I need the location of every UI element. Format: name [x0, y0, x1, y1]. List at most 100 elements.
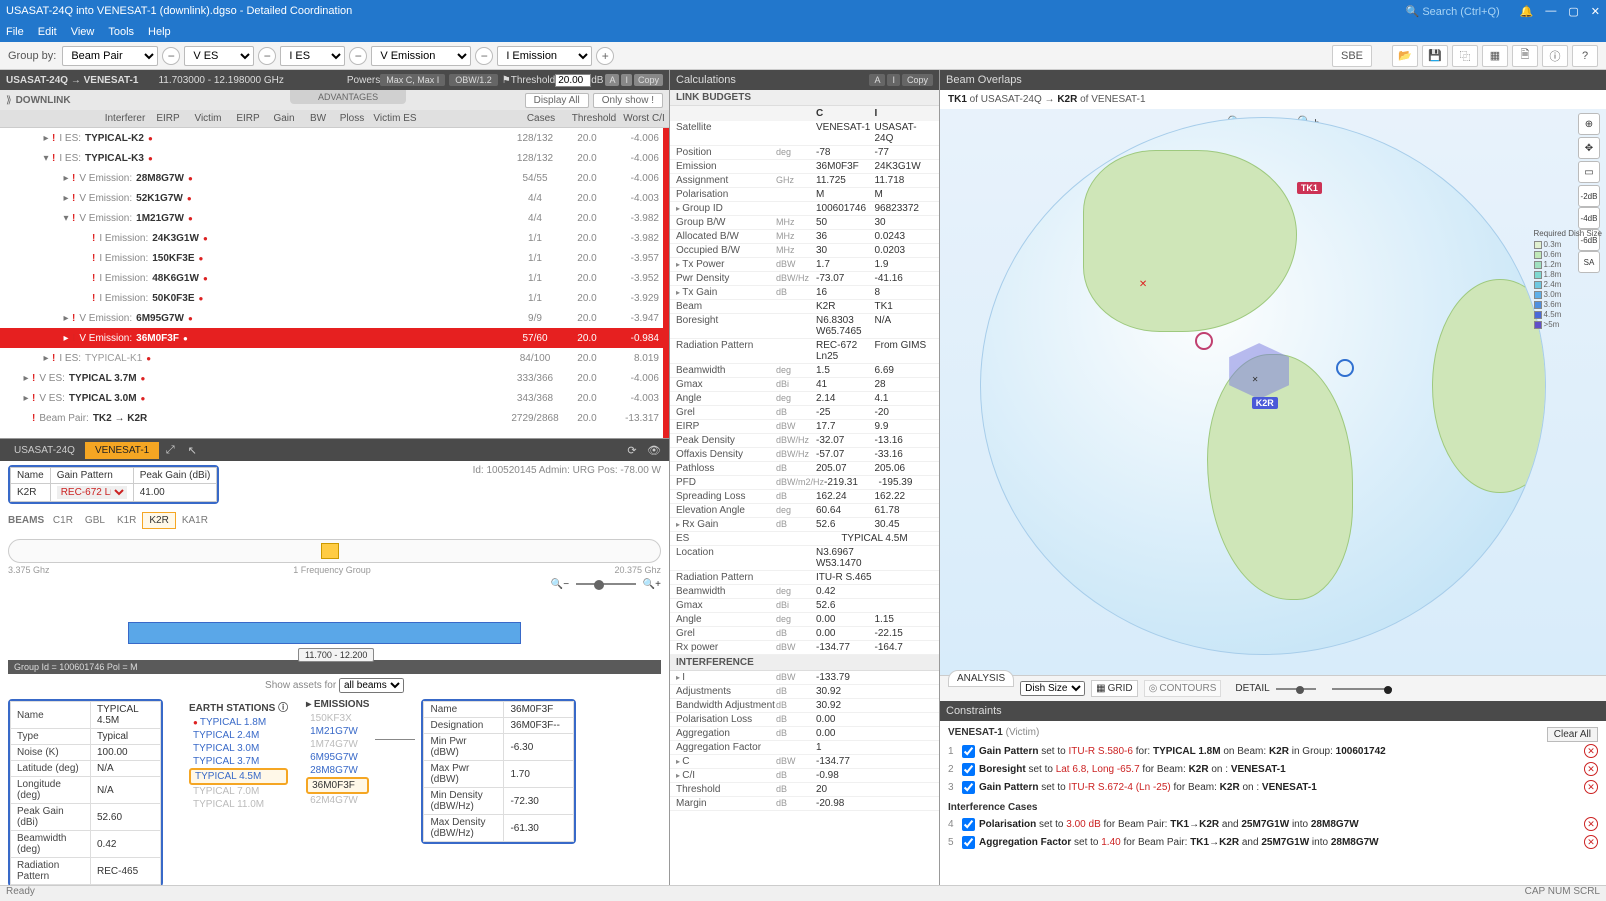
tree-row[interactable]: !I Emission:48K6G1W●1/120.0-3.952 [0, 268, 669, 288]
col-cases[interactable]: Cases [513, 113, 569, 124]
all-beams-select[interactable]: all beams [339, 678, 404, 693]
remove-group-1[interactable]: − [162, 47, 180, 65]
emission-item[interactable]: 150KF3X [306, 712, 369, 725]
tree-row[interactable]: ▸!V Emission:6M95G7W●9/920.0-3.947 [0, 308, 669, 328]
copy-icon[interactable]: ⿻ [1452, 45, 1478, 67]
sbe-button[interactable]: SBE [1332, 45, 1372, 67]
save-icon[interactable]: 💾 [1422, 45, 1448, 67]
constraint-checkbox[interactable] [962, 781, 975, 794]
constraint-checkbox[interactable] [962, 763, 975, 776]
menu-help[interactable]: Help [148, 26, 171, 38]
es-item[interactable]: TYPICAL 11.0M [189, 798, 288, 811]
tree-row[interactable]: ▸!V ES:TYPICAL 3.7M●333/36620.0-4.006 [0, 368, 669, 388]
groupby-select-2[interactable]: I ES [280, 46, 345, 66]
constraint-checkbox[interactable] [962, 836, 975, 849]
contours-toggle[interactable]: ◎ CONTOURS [1144, 680, 1222, 697]
add-group-button[interactable]: + [596, 47, 614, 65]
delete-constraint-button[interactable]: ✕ [1584, 744, 1598, 758]
zoom-in-icon[interactable]: 🔍+ [643, 579, 661, 590]
emission-item[interactable]: 62M4G7W [306, 794, 369, 807]
maximize-icon[interactable]: ▢ [1568, 5, 1578, 18]
tree-row[interactable]: ▸!V ES:TYPICAL 3.0M●343/36820.0-4.003 [0, 388, 669, 408]
emission-item[interactable]: 36M0F3F [306, 777, 369, 794]
tree-row[interactable]: !I Emission:50K0F3E●1/120.0-3.929 [0, 288, 669, 308]
col-worst[interactable]: Worst C/I [619, 113, 669, 124]
pointer-icon[interactable]: ↖ [181, 441, 203, 459]
tab-venesat[interactable]: VENESAT-1 [85, 442, 159, 459]
constraint-checkbox[interactable] [962, 745, 975, 758]
map-side--2dB[interactable]: -2dB [1578, 185, 1600, 207]
col-victim[interactable]: Victim [186, 113, 230, 124]
beam-tab-GBL[interactable]: GBL [79, 513, 111, 528]
map-rect-icon[interactable]: ▭ [1578, 161, 1600, 183]
es-item[interactable]: TYPICAL 4.5M [189, 768, 288, 785]
bell-icon[interactable]: 🔔 [1520, 5, 1534, 18]
delete-constraint-button[interactable]: ✕ [1584, 762, 1598, 776]
beam-tab-KA1R[interactable]: KA1R [176, 513, 214, 528]
tree-row[interactable]: !I Emission:150KF3E●1/120.0-3.957 [0, 248, 669, 268]
copy-button[interactable]: Copy [634, 74, 663, 86]
beam-tab-C1R[interactable]: C1R [47, 513, 79, 528]
calc-i-button[interactable]: I [887, 74, 900, 86]
dish-size-select[interactable]: Dish Size [1020, 681, 1085, 696]
spectrum-view[interactable]: 11.700 - 12.200 [8, 608, 661, 658]
gain-pattern-select[interactable]: REC-672 Ln25 [57, 486, 127, 499]
info-icon-small[interactable]: ⓘ [278, 703, 288, 714]
beam-tab-K2R[interactable]: K2R [142, 512, 175, 529]
tree-row[interactable]: !I Emission:24K3G1W●1/120.0-3.982 [0, 228, 669, 248]
col-eirp[interactable]: EIRP [150, 113, 186, 124]
frequency-bar[interactable] [8, 539, 661, 563]
tree-row[interactable]: ▸!V Emission:52K1G7W●4/420.0-4.003 [0, 188, 669, 208]
menu-tools[interactable]: Tools [108, 26, 134, 38]
remove-group-4[interactable]: − [475, 47, 493, 65]
tree-row[interactable]: ▸!V Emission:28M8G7W●54/5520.0-4.006 [0, 168, 669, 188]
col-gain[interactable]: Gain [266, 113, 302, 124]
clear-all-button[interactable]: Clear All [1547, 727, 1598, 742]
groupby-select-3[interactable]: V Emission [371, 46, 471, 66]
mode-a[interactable]: A [605, 74, 619, 86]
col-threshold[interactable]: Threshold [569, 113, 619, 124]
map-pan-icon[interactable]: ✥ [1578, 137, 1600, 159]
delete-constraint-button[interactable]: ✕ [1584, 780, 1598, 794]
tree-row[interactable]: !Beam Pair:TK2 → K2R2729/286820.0-13.317 [0, 408, 669, 428]
tree-row[interactable]: ▾!V Emission:1M21G7W●4/420.0-3.982 [0, 208, 669, 228]
col-victimes[interactable]: Victim ES [370, 113, 420, 124]
remove-group-3[interactable]: − [349, 47, 367, 65]
tree-row[interactable]: ▸!I ES:TYPICAL-K2●128/13220.0-4.006 [0, 128, 669, 148]
emission-item[interactable]: 1M74G7W [306, 738, 369, 751]
delete-constraint-button[interactable]: ✕ [1584, 817, 1598, 831]
zoom-out-icon[interactable]: 🔍− [551, 579, 569, 590]
only-show-button[interactable]: Only show ! [593, 93, 663, 108]
search-hint[interactable]: 🔍 Search (Ctrl+Q) [1406, 5, 1500, 18]
col-eirp2[interactable]: EIRP [230, 113, 266, 124]
menu-file[interactable]: File [6, 26, 24, 38]
maxc-pill[interactable]: Max C, Max I [380, 74, 445, 86]
groupby-select-4[interactable]: I Emission [497, 46, 592, 66]
es-item[interactable]: TYPICAL 2.4M [189, 729, 288, 742]
remove-group-2[interactable]: − [258, 47, 276, 65]
col-ploss[interactable]: Ploss [334, 113, 370, 124]
mode-i[interactable]: I [621, 74, 632, 86]
emission-item[interactable]: 28M8G7W [306, 764, 369, 777]
link-icon[interactable]: ⤢ [159, 441, 181, 459]
emission-item[interactable]: 1M21G7W [306, 725, 369, 738]
emission-item[interactable]: 6M95G7W [306, 751, 369, 764]
close-icon[interactable]: ✕ [1591, 5, 1600, 18]
analysis-tab[interactable]: ANALYSIS [948, 670, 1014, 687]
grid-toggle[interactable]: ▦ GRID [1091, 680, 1137, 697]
open-icon[interactable]: 📂 [1392, 45, 1418, 67]
obw-pill[interactable]: OBW/1.2 [449, 74, 498, 86]
help-icon[interactable]: ? [1572, 45, 1598, 67]
display-all-button[interactable]: Display All [525, 93, 589, 108]
es-item[interactable]: TYPICAL 3.0M [189, 742, 288, 755]
globe-map[interactable]: 🔍− 🔍+ ⊕ ✥ ▭ -2dB-4dB-6dBSA ✕ TK1 K2R [940, 109, 1606, 675]
tree-row[interactable]: ▸!V Emission:36M0F3F●57/6020.0-0.984 [0, 328, 669, 348]
refresh-icon[interactable]: ⟳ [621, 441, 643, 459]
detail-slider-2[interactable] [1332, 688, 1392, 690]
map-target-icon[interactable]: ⊕ [1578, 113, 1600, 135]
constraint-checkbox[interactable] [962, 818, 975, 831]
calc-copy-button[interactable]: Copy [902, 74, 933, 86]
minimize-icon[interactable]: — [1545, 5, 1556, 18]
groupby-select-0[interactable]: Beam Pair [62, 46, 158, 66]
grid-icon[interactable]: ▦ [1482, 45, 1508, 67]
